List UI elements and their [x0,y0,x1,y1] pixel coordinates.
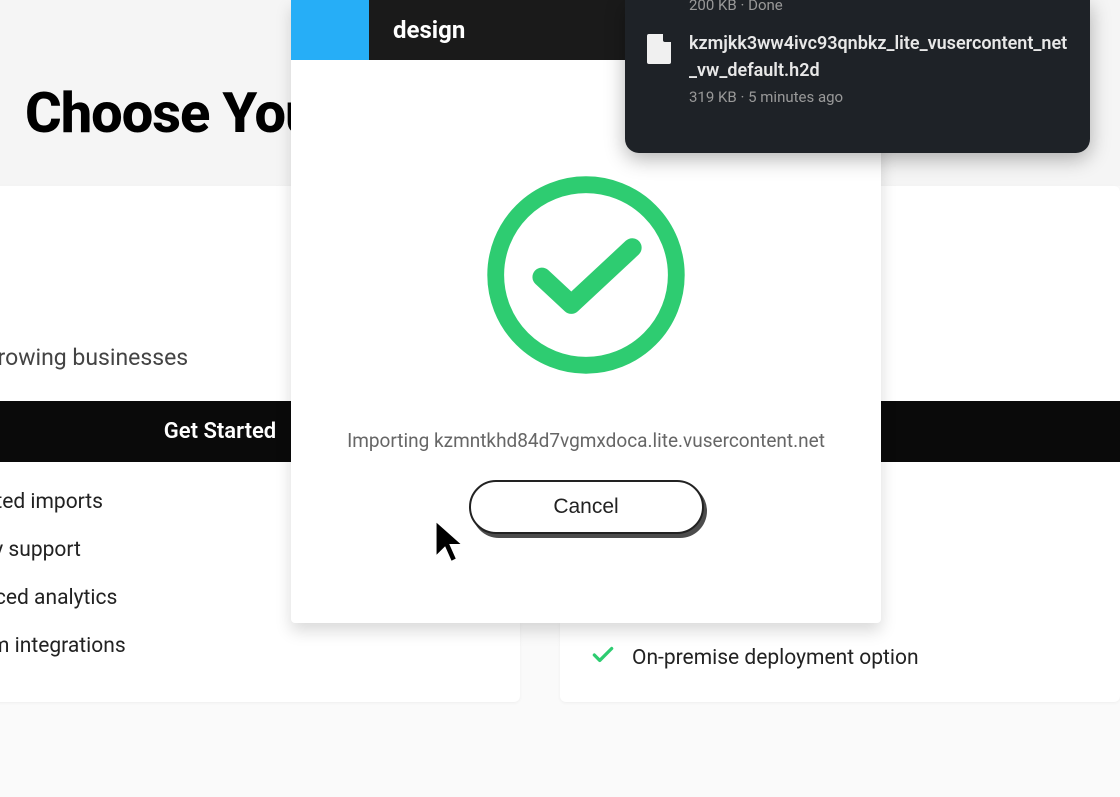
cancel-button[interactable]: Cancel [469,480,704,534]
download-filename: kzmjkk3ww4ivc93qnbkz_lite_vusercontent_n… [689,30,1068,84]
feature-label: riority support [0,538,81,562]
feature-item: On-premise deployment option [590,642,1090,674]
downloads-panel: 200 KB · Done kzmjkk3ww4ivc93qnbkz_lite_… [625,0,1090,153]
download-meta: 200 KB · Done [647,0,1068,20]
feature-label: dvanced analytics [0,586,117,610]
feature-item: ustom integrations [0,634,490,658]
feature-label: On-premise deployment option [632,646,919,670]
tab-blue[interactable] [291,0,369,60]
check-icon [590,642,616,674]
feature-label: nlimited imports [0,490,103,514]
success-check-icon [481,170,691,384]
download-meta: 319 KB · 5 minutes ago [689,88,1068,106]
file-icon [647,34,671,64]
feature-label: ustom integrations [0,634,126,658]
download-item[interactable]: kzmjkk3ww4ivc93qnbkz_lite_vusercontent_n… [647,20,1068,116]
import-status-text: Importing kzmntkhd84d7vgmxdoca.lite.vuse… [347,429,825,452]
